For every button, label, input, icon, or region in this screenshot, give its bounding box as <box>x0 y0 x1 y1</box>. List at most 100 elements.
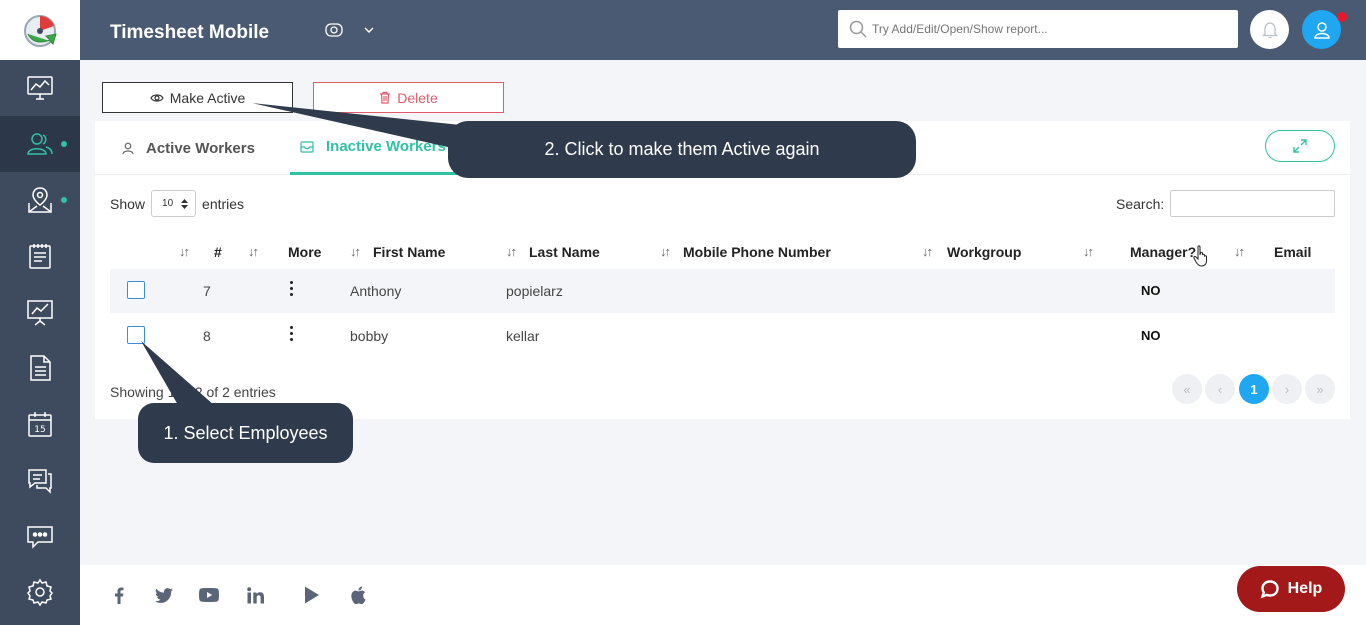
last-page-button[interactable]: » <box>1305 374 1335 404</box>
calendar-icon: 15 <box>28 412 52 437</box>
col-num[interactable]: # <box>214 244 222 260</box>
col-email[interactable]: Email <box>1274 244 1311 260</box>
sidebar-item-workers[interactable] <box>0 116 80 172</box>
sidebar-item-reports[interactable] <box>0 284 80 340</box>
callout-select-employees: 1. Select Employees <box>138 403 353 463</box>
cell-manager: NO <box>1141 283 1161 298</box>
prev-page-button[interactable]: ‹ <box>1205 374 1235 404</box>
logo-icon <box>24 15 57 47</box>
col-first-name[interactable]: First Name <box>373 244 445 260</box>
sort-icon[interactable]: ↓↑ <box>1234 244 1245 259</box>
sidebar-item-dashboard[interactable] <box>0 60 80 116</box>
next-page-button[interactable]: › <box>1272 374 1302 404</box>
google-play-icon[interactable] <box>300 583 324 607</box>
page-button-current[interactable]: 1 <box>1239 374 1269 404</box>
cell-last-name: popielarz <box>506 283 563 299</box>
row-checkbox[interactable] <box>127 281 145 299</box>
entries-value: 10 <box>162 198 174 209</box>
sort-icon[interactable]: ↓↑ <box>179 244 190 259</box>
sort-icon[interactable]: ↓↑ <box>922 244 933 259</box>
monitor-chart-icon <box>27 76 53 100</box>
entries-label: entries <box>202 195 245 212</box>
show-label: Show <box>110 195 146 212</box>
user-icon <box>122 142 134 154</box>
entries-select[interactable]: 10 <box>151 190 197 217</box>
sort-icon[interactable]: ↓↑ <box>248 244 259 259</box>
trash-icon <box>380 91 391 104</box>
user-icon <box>1313 21 1330 39</box>
sort-icon[interactable]: ↓↑ <box>350 244 361 259</box>
chevron-down-icon[interactable] <box>363 24 375 36</box>
active-dot <box>61 141 67 147</box>
tab-active-workers[interactable]: Active Workers <box>122 121 255 175</box>
search-icon <box>849 20 867 38</box>
first-page-button[interactable]: « <box>1172 374 1202 404</box>
sort-icon[interactable]: ↓↑ <box>1083 244 1094 259</box>
table-row: 8 bobby kellar NO <box>110 314 1335 358</box>
cell-last-name: kellar <box>506 328 540 344</box>
help-label: Help <box>1287 580 1323 597</box>
map-pin-icon <box>28 187 52 213</box>
col-mobile-phone[interactable]: Mobile Phone Number <box>683 244 831 260</box>
table-search-input[interactable] <box>1170 190 1335 217</box>
cell-first-name: Anthony <box>350 283 402 299</box>
sidebar-item-timesheets[interactable] <box>0 228 80 284</box>
app-logo[interactable] <box>0 0 80 60</box>
row-checkbox[interactable] <box>127 326 145 344</box>
sidebar-item-documents[interactable] <box>0 340 80 396</box>
presentation-chart-icon <box>27 300 53 326</box>
speech-bubble-icon <box>1260 580 1279 599</box>
cell-first-name: bobby <box>350 328 389 344</box>
notebook-icon <box>29 244 51 269</box>
make-active-label: Make Active <box>169 89 246 106</box>
delete-button[interactable]: Delete <box>313 82 504 113</box>
sidebar-item-settings[interactable] <box>0 564 80 620</box>
entries-control: Show 10 entries <box>110 190 244 217</box>
delete-label: Delete <box>397 89 438 106</box>
tab-inactive-workers[interactable]: Inactive Workers <box>290 121 461 175</box>
chat-icon <box>28 469 52 494</box>
help-button[interactable]: Help <box>1237 566 1345 612</box>
app-title: Timesheet Mobile <box>110 22 270 43</box>
inbox-icon <box>300 140 314 153</box>
more-menu-icon[interactable] <box>290 281 294 301</box>
callout-make-active: 2. Click to make them Active again <box>448 121 916 178</box>
expand-button[interactable] <box>1265 130 1335 162</box>
notification-dot <box>1337 12 1347 22</box>
gear-icon <box>27 578 53 607</box>
apple-icon[interactable] <box>346 583 370 607</box>
global-search-input[interactable] <box>872 10 1232 48</box>
sort-icon[interactable]: ↓↑ <box>506 244 517 259</box>
more-menu-icon[interactable] <box>290 326 294 346</box>
expand-icon <box>1293 139 1307 153</box>
col-workgroup[interactable]: Workgroup <box>947 244 1021 260</box>
sidebar-item-chat[interactable] <box>0 508 80 564</box>
col-manager[interactable]: Manager? <box>1130 244 1196 260</box>
active-dot <box>61 197 67 203</box>
notifications-button[interactable] <box>1250 10 1289 49</box>
cell-num: 7 <box>203 283 211 299</box>
user-avatar-button[interactable] <box>1302 10 1341 49</box>
bell-icon <box>1261 21 1278 38</box>
linkedin-icon[interactable] <box>243 583 267 607</box>
facebook-icon[interactable] <box>107 583 131 607</box>
tab-label: Active Workers <box>146 139 255 157</box>
global-search[interactable] <box>838 10 1238 48</box>
tab-label: Inactive Workers <box>326 138 446 155</box>
col-last-name[interactable]: Last Name <box>529 244 600 260</box>
youtube-icon[interactable] <box>197 583 221 607</box>
sort-updown-icon <box>181 198 189 209</box>
money-icon[interactable] <box>325 22 343 38</box>
sort-icon[interactable]: ↓↑ <box>660 244 671 259</box>
users-icon <box>27 133 53 155</box>
sidebar-item-calendar[interactable]: 15 <box>0 396 80 452</box>
pagination-info: Showing 1 to 2 of 2 entries <box>110 384 276 400</box>
twitter-icon[interactable] <box>152 583 176 607</box>
sidebar-item-messages[interactable] <box>0 452 80 508</box>
speech-bubble-dots-icon <box>27 526 53 549</box>
sidebar-item-locations[interactable] <box>0 172 80 228</box>
hand-cursor-icon <box>1193 245 1207 267</box>
sidebar: 15 <box>0 0 80 625</box>
make-active-button[interactable]: Make Active <box>102 82 293 113</box>
svg-text:15: 15 <box>34 425 45 435</box>
